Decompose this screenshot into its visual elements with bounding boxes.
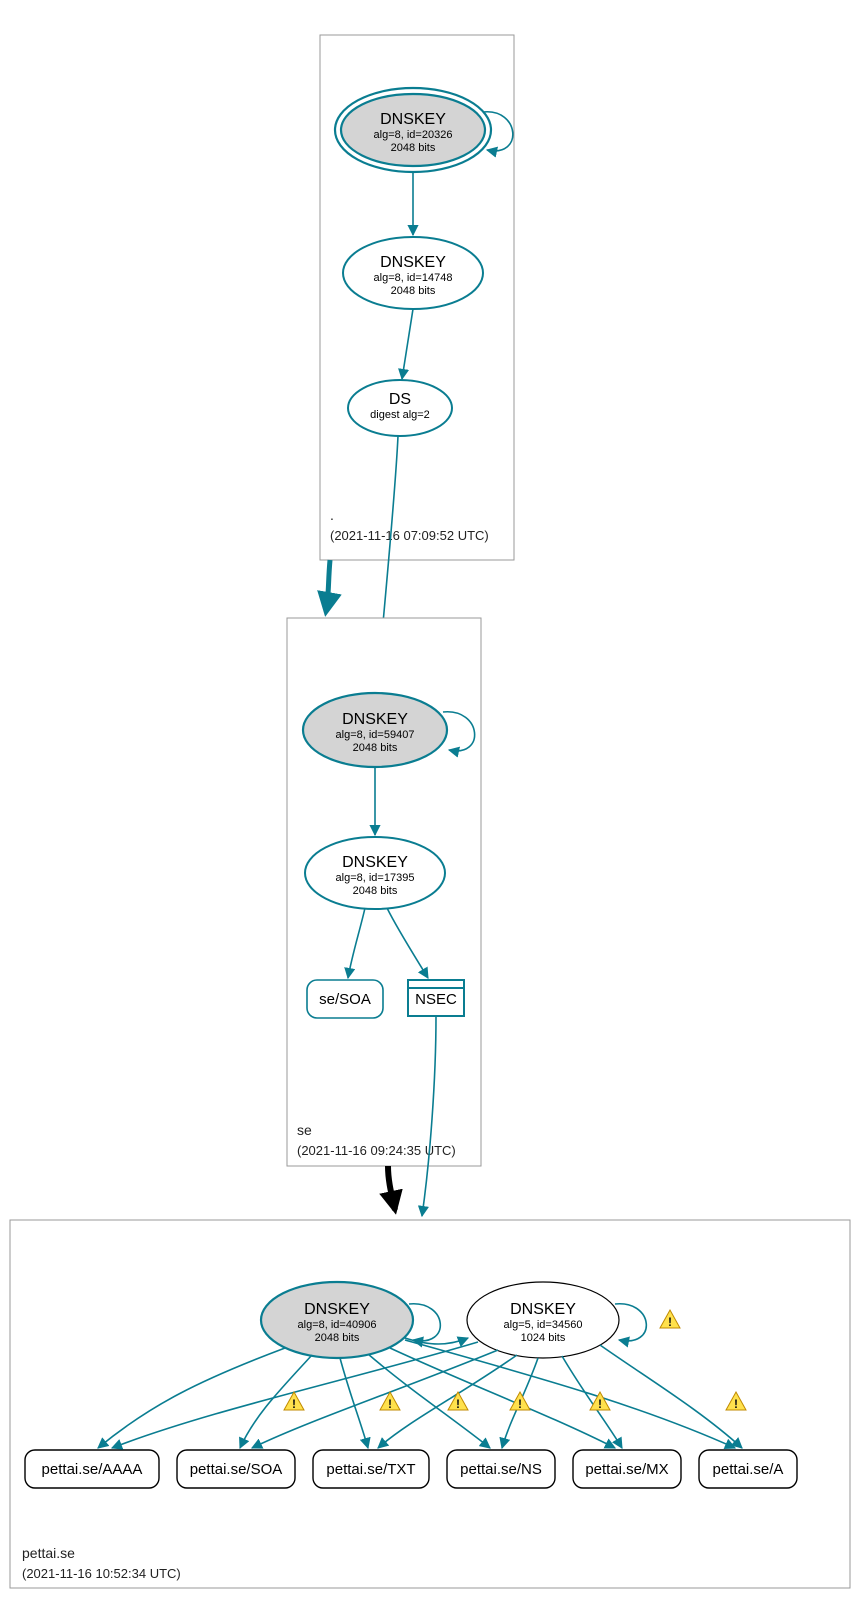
svg-text:!: ! (388, 1397, 392, 1411)
node-root-ds: DS digest alg=2 (348, 380, 452, 436)
node-rr-mx: pettai.se/MX (573, 1450, 681, 1488)
svg-text:2048 bits: 2048 bits (353, 742, 398, 754)
svg-text:2048 bits: 2048 bits (315, 1332, 360, 1344)
svg-text:2048 bits: 2048 bits (391, 142, 436, 154)
zone-leaf-name: pettai.se (22, 1545, 75, 1561)
svg-text:alg=8, id=40906: alg=8, id=40906 (298, 1319, 377, 1331)
zone-root-name: . (330, 507, 334, 523)
svg-text:se/SOA: se/SOA (319, 991, 371, 1008)
node-leaf-ksk: DNSKEY alg=8, id=40906 2048 bits (261, 1282, 413, 1358)
zone-se: se (2021-11-16 09:24:35 UTC) DNSKEY alg=… (287, 618, 481, 1166)
node-rr-a: pettai.se/A (699, 1450, 797, 1488)
node-root-zsk: DNSKEY alg=8, id=14748 2048 bits (343, 237, 483, 309)
svg-text:pettai.se/A: pettai.se/A (713, 1461, 784, 1478)
svg-text:alg=8, id=14748: alg=8, id=14748 (374, 272, 453, 284)
zone-se-name: se (297, 1122, 312, 1138)
zone-root: . (2021-11-16 07:09:52 UTC) DNSKEY alg=8… (320, 35, 514, 560)
svg-text:DNSKEY: DNSKEY (342, 711, 408, 728)
svg-text:DNSKEY: DNSKEY (304, 1301, 370, 1318)
svg-text:alg=8, id=17395: alg=8, id=17395 (336, 872, 415, 884)
svg-text:1024 bits: 1024 bits (521, 1332, 566, 1344)
svg-text:pettai.se/SOA: pettai.se/SOA (190, 1461, 283, 1478)
svg-text:DNSKEY: DNSKEY (380, 254, 446, 271)
svg-text:!: ! (518, 1397, 522, 1411)
svg-text:alg=5, id=34560: alg=5, id=34560 (504, 1319, 583, 1331)
zone-leaf-time: (2021-11-16 10:52:34 UTC) (22, 1566, 181, 1581)
svg-text:!: ! (292, 1397, 296, 1411)
node-se-soa: se/SOA (307, 980, 383, 1018)
node-se-ksk: DNSKEY alg=8, id=59407 2048 bits (303, 693, 447, 767)
dnssec-diagram: . (2021-11-16 07:09:52 UTC) DNSKEY alg=8… (0, 0, 860, 1611)
node-rr-txt: pettai.se/TXT (313, 1450, 429, 1488)
node-leaf-zsk: DNSKEY alg=5, id=34560 1024 bits (467, 1282, 619, 1358)
svg-text:pettai.se/AAAA: pettai.se/AAAA (42, 1461, 143, 1478)
svg-text:NSEC: NSEC (415, 991, 457, 1008)
node-root-ksk: DNSKEY alg=8, id=20326 2048 bits (335, 88, 491, 172)
node-se-nsec: NSEC (408, 980, 464, 1016)
svg-text:alg=8, id=20326: alg=8, id=20326 (374, 129, 453, 141)
svg-text:alg=8, id=59407: alg=8, id=59407 (336, 729, 415, 741)
svg-text:DNSKEY: DNSKEY (342, 854, 408, 871)
svg-text:!: ! (734, 1397, 738, 1411)
zone-se-time: (2021-11-16 09:24:35 UTC) (297, 1143, 456, 1158)
svg-text:!: ! (456, 1397, 460, 1411)
svg-text:DNSKEY: DNSKEY (510, 1301, 576, 1318)
svg-text:!: ! (598, 1397, 602, 1411)
node-se-zsk: DNSKEY alg=8, id=17395 2048 bits (305, 837, 445, 909)
svg-text:pettai.se/TXT: pettai.se/TXT (326, 1461, 415, 1478)
edge-root-to-se-thick (326, 560, 330, 612)
edge-se-to-leaf-thick (388, 1166, 395, 1210)
svg-text:pettai.se/MX: pettai.se/MX (585, 1461, 668, 1478)
svg-text:!: ! (668, 1315, 672, 1329)
zone-root-time: (2021-11-16 07:09:52 UTC) (330, 528, 489, 543)
node-rr-aaaa: pettai.se/AAAA (25, 1450, 159, 1488)
svg-text:2048 bits: 2048 bits (391, 285, 436, 297)
node-rr-ns: pettai.se/NS (447, 1450, 555, 1488)
svg-text:DS: DS (389, 391, 411, 408)
zone-leaf: pettai.se (2021-11-16 10:52:34 UTC) DNSK… (10, 1220, 850, 1588)
node-rr-soa: pettai.se/SOA (177, 1450, 295, 1488)
svg-text:DNSKEY: DNSKEY (380, 111, 446, 128)
svg-text:2048 bits: 2048 bits (353, 885, 398, 897)
svg-text:digest alg=2: digest alg=2 (370, 409, 430, 421)
svg-text:pettai.se/NS: pettai.se/NS (460, 1461, 542, 1478)
